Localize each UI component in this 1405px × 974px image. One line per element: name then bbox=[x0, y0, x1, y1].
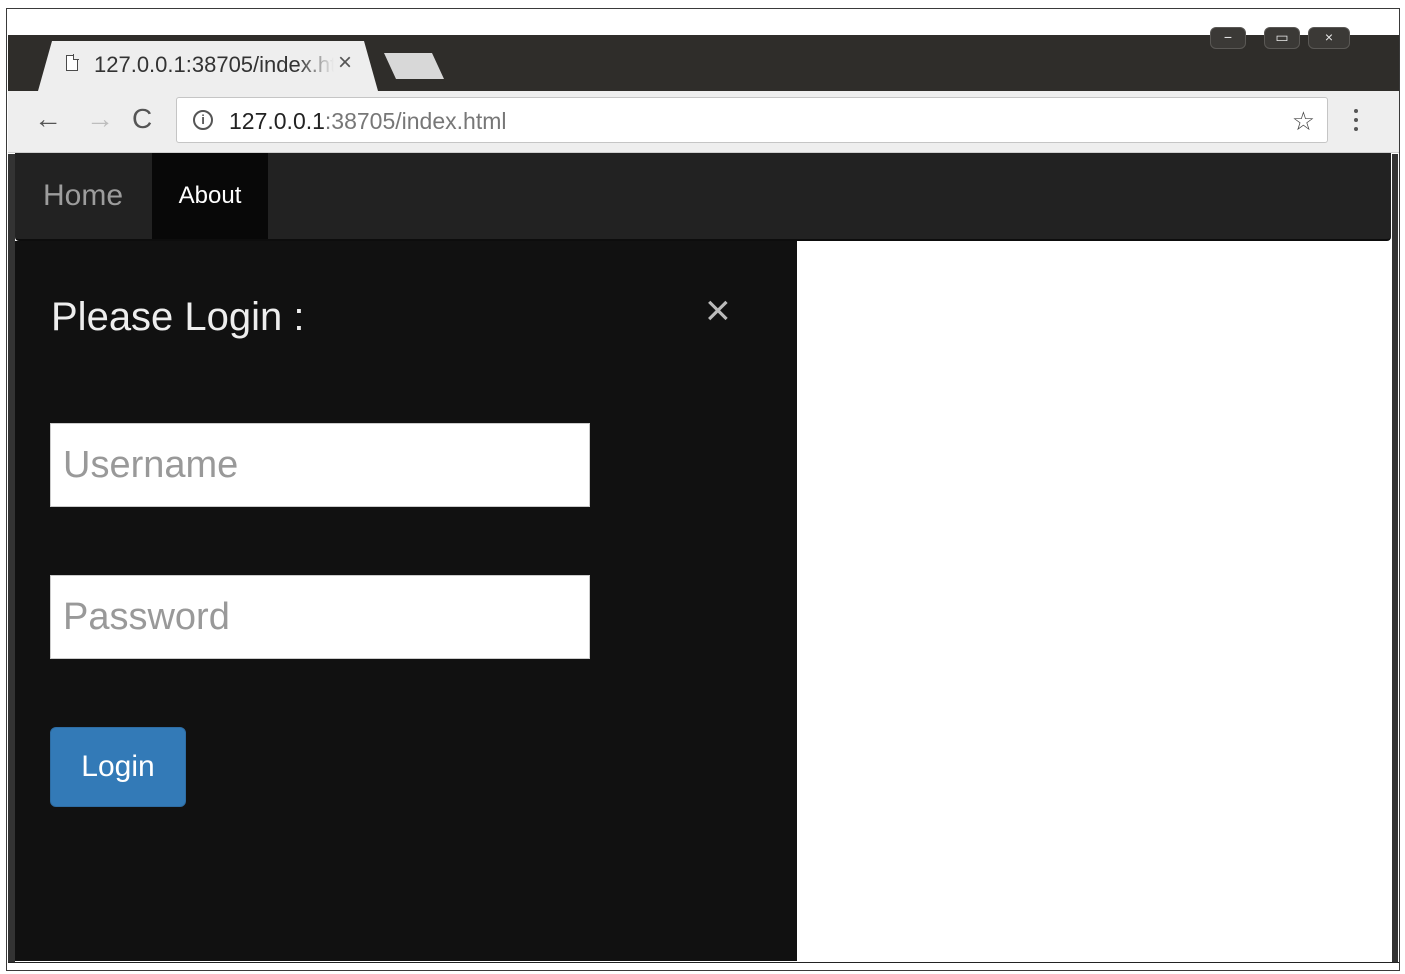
username-input[interactable] bbox=[50, 423, 590, 507]
browser-toolbar: ← → C i 127.0.0.1:38705/index.html ☆ bbox=[8, 91, 1399, 153]
site-info-icon[interactable]: i bbox=[193, 110, 213, 130]
login-button[interactable]: Login bbox=[50, 727, 186, 807]
maximize-icon: ▭ bbox=[1275, 29, 1289, 45]
new-tab-button[interactable] bbox=[384, 53, 444, 79]
left-frame-border bbox=[8, 154, 15, 962]
close-icon[interactable]: × bbox=[705, 289, 731, 333]
tab-close-icon[interactable]: × bbox=[338, 51, 352, 75]
site-navbar: Home About bbox=[15, 153, 1391, 241]
browser-window: − ▭ × 127.0.0.1:38705/index.html × ← → C… bbox=[6, 8, 1400, 971]
browser-menu-icon[interactable] bbox=[1354, 109, 1360, 136]
tab-title: 127.0.0.1:38705/index.html bbox=[94, 52, 334, 77]
maximize-button[interactable]: ▭ bbox=[1264, 27, 1300, 49]
forward-arrow-icon[interactable]: → bbox=[86, 105, 114, 133]
tab-strip: − ▭ × 127.0.0.1:38705/index.html × bbox=[8, 27, 1399, 91]
login-panel: Please Login : × Login bbox=[15, 241, 797, 961]
minimize-button[interactable]: − bbox=[1210, 27, 1246, 49]
bottom-border bbox=[8, 962, 1399, 963]
page-content: Home About Please Login : × Login bbox=[15, 153, 1391, 961]
window-close-icon: × bbox=[1324, 29, 1334, 45]
window-close-button[interactable]: × bbox=[1308, 27, 1350, 49]
right-frame-border bbox=[1392, 154, 1398, 962]
page-icon bbox=[66, 54, 79, 71]
login-title: Please Login : bbox=[51, 295, 305, 339]
nav-link-about[interactable]: About bbox=[152, 153, 268, 239]
nav-link-home[interactable]: Home bbox=[15, 153, 151, 239]
url-host: 127.0.0.1 bbox=[229, 108, 325, 134]
reload-icon[interactable]: C bbox=[132, 105, 152, 133]
url-text[interactable]: 127.0.0.1:38705/index.html bbox=[229, 108, 507, 135]
address-bar[interactable]: i 127.0.0.1:38705/index.html ☆ bbox=[176, 97, 1328, 143]
browser-tab[interactable]: 127.0.0.1:38705/index.html × bbox=[38, 41, 378, 91]
bookmark-star-icon[interactable]: ☆ bbox=[1292, 106, 1315, 137]
url-path: :38705/index.html bbox=[324, 108, 507, 134]
minimize-icon: − bbox=[1223, 29, 1233, 45]
back-arrow-icon[interactable]: ← bbox=[34, 105, 62, 133]
password-input[interactable] bbox=[50, 575, 590, 659]
